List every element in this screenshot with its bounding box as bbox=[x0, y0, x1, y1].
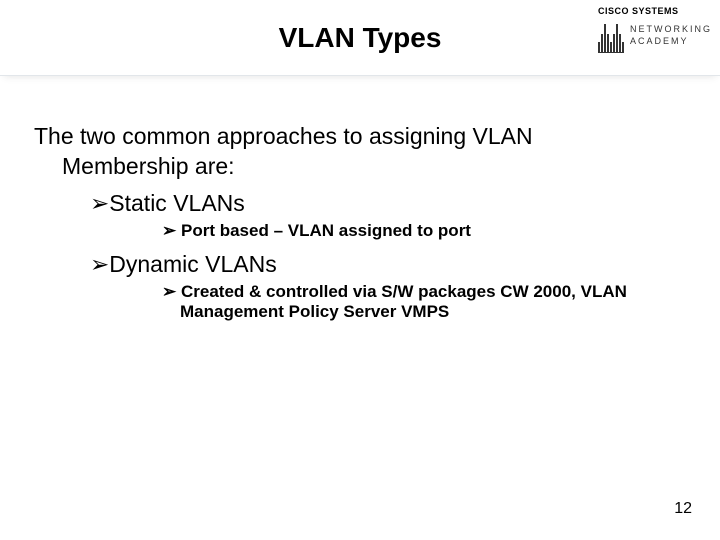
page-number: 12 bbox=[674, 500, 692, 518]
logo-bottom-row: NETWORKING ACADEMY bbox=[598, 19, 706, 53]
sub-text: Port based – VLAN assigned to port bbox=[181, 221, 471, 240]
intro-text: The two common approaches to assigning V… bbox=[34, 122, 686, 182]
slide-body: The two common approaches to assigning V… bbox=[0, 76, 720, 322]
cisco-logo: CISCO SYSTEMS NETWORKING ACADEMY bbox=[598, 6, 706, 68]
slide: VLAN Types CISCO SYSTEMS NETWORKING ACAD… bbox=[0, 0, 720, 540]
list-item-sub: ➢ Created & controlled via S/W packages … bbox=[90, 282, 686, 322]
intro-line2: Membership are: bbox=[34, 152, 686, 182]
arrow-icon: ➢ bbox=[90, 190, 109, 216]
logo-brand-text: CISCO SYSTEMS bbox=[598, 6, 679, 16]
list-item: ➢Dynamic VLANs bbox=[90, 251, 686, 278]
sub-text-cont: Management Policy Server VMPS bbox=[162, 302, 686, 322]
intro-line1: The two common approaches to assigning V… bbox=[34, 123, 533, 149]
logo-top-row: CISCO SYSTEMS bbox=[598, 6, 706, 16]
bullet-list-level1: ➢Static VLANs ➢ Port based – VLAN assign… bbox=[34, 190, 686, 322]
logo-academy-text: NETWORKING ACADEMY bbox=[630, 24, 712, 47]
item-label: Dynamic VLANs bbox=[109, 251, 276, 277]
bridge-icon bbox=[598, 19, 624, 53]
arrow-icon: ➢ bbox=[90, 251, 109, 277]
logo-line2: ACADEMY bbox=[630, 36, 712, 48]
logo-line1: NETWORKING bbox=[630, 24, 712, 36]
arrow-icon: ➢ bbox=[162, 282, 176, 301]
item-label: Static VLANs bbox=[109, 190, 245, 216]
sub-text: Created & controlled via S/W packages CW… bbox=[181, 282, 627, 301]
list-item-sub: ➢ Port based – VLAN assigned to port bbox=[90, 221, 686, 241]
header-bar: VLAN Types CISCO SYSTEMS NETWORKING ACAD… bbox=[0, 0, 720, 76]
arrow-icon: ➢ bbox=[162, 221, 176, 240]
list-item: ➢Static VLANs bbox=[90, 190, 686, 217]
